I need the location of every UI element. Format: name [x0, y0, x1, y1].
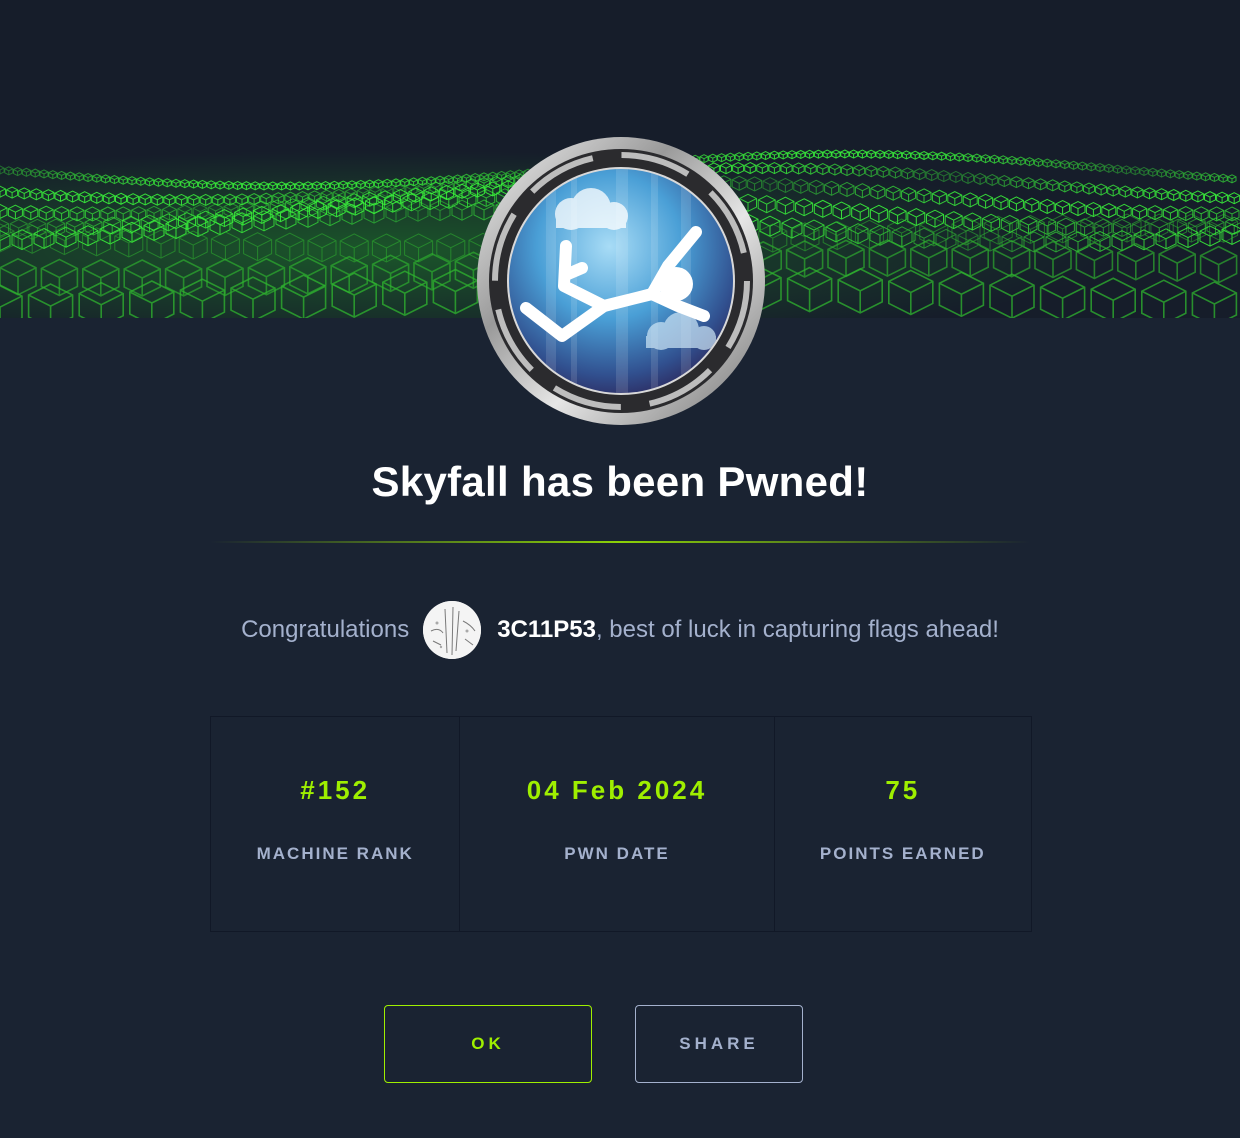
congrats-lead: Congratulations: [241, 616, 410, 643]
congrats-message: Congratulations 3C11P53 , best of luck i…: [0, 600, 1240, 660]
share-button[interactable]: SHARE: [635, 1005, 803, 1083]
ok-button[interactable]: OK: [384, 1005, 592, 1083]
stat-value: 75: [885, 775, 921, 805]
page-title: Skyfall has been Pwned!: [371, 458, 869, 505]
stat-label: PWN DATE: [564, 844, 670, 863]
stat-machine-rank: #152 MACHINE RANK: [211, 717, 461, 931]
congrats-tail: , best of luck in capturing flags ahead!: [595, 616, 999, 643]
stat-pwn-date: 04 Feb 2024 PWN DATE: [460, 717, 775, 931]
stat-points-earned: 75 POINTS EARNED: [775, 717, 1031, 931]
stat-value: #152: [300, 775, 371, 805]
stat-label: MACHINE RANK: [256, 844, 414, 863]
user-avatar-icon[interactable]: [423, 601, 482, 659]
username-link[interactable]: 3C11P53: [497, 616, 596, 644]
stat-value: 04 Feb 2024: [526, 775, 708, 805]
divider: [210, 541, 1030, 543]
pwned-page: Skyfall has been Pwned! Congratulations …: [0, 0, 1240, 1138]
machine-badge-icon: [476, 136, 766, 426]
stats-panel: #152 MACHINE RANK 04 Feb 2024 PWN DATE 7…: [210, 716, 1032, 932]
stat-label: POINTS EARNED: [819, 844, 986, 863]
